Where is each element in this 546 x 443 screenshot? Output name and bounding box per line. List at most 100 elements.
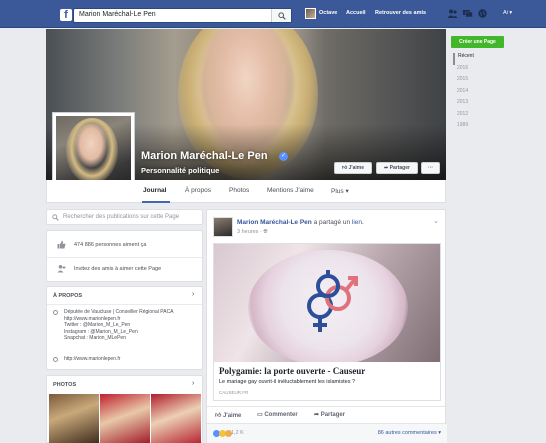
page-search-input[interactable]: Rechercher des publications sur cette Pa…: [63, 214, 179, 220]
profile-face: [74, 124, 108, 168]
post-action-text: a partagé un: [311, 219, 352, 226]
active-tab-indicator: [142, 201, 170, 203]
photo-thumbnail[interactable]: [151, 394, 201, 443]
page-category: Personnalité politique: [141, 166, 220, 175]
photos-header[interactable]: PHOTOS: [53, 382, 76, 388]
share-page-label: Partager: [389, 165, 410, 171]
year-link[interactable]: 2014: [453, 88, 474, 100]
top-navigation-bar: f Marion Maréchal-Le Pen Octave Accueil …: [0, 0, 546, 28]
post-action-period: .: [362, 219, 364, 226]
about-description: Députée de Vaucluse | Conseiller Régiona…: [64, 309, 174, 342]
search-input[interactable]: Marion Maréchal-Le Pen: [79, 11, 156, 18]
comment-button[interactable]: ▭ Commenter: [257, 411, 298, 418]
likes-card: 474 886 personnes aiment ça Invitez des …: [46, 230, 203, 282]
like-post-label: J'aime: [222, 413, 242, 419]
year-link[interactable]: 2012: [453, 111, 474, 123]
timeline-year-nav: Récent 2016 2015 2014 2013 2012 1989: [453, 53, 474, 134]
globe-privacy-icon: 🌐︎: [263, 229, 268, 235]
photo-thumbnail[interactable]: [49, 394, 99, 443]
info-icon: [53, 310, 58, 315]
create-page-button[interactable]: Créer une Page: [451, 36, 504, 48]
post-time-text: 3 heures: [237, 229, 259, 235]
tab-more[interactable]: Plus ▾: [331, 187, 349, 195]
comment-icon: ▭: [257, 412, 263, 418]
post-footer: 1,2 K 86 autres commentaires ▾: [207, 423, 447, 443]
shared-link-preview[interactable]: Polygamie: la porte ouverte - Causeur Le…: [213, 243, 441, 401]
post-timestamp[interactable]: 3 heures · 🌐︎: [237, 229, 268, 236]
thumbs-up-icon: 👍︎: [215, 413, 222, 419]
search-bar[interactable]: Marion Maréchal-Le Pen: [73, 8, 292, 23]
tab-journal[interactable]: Journal: [143, 187, 166, 194]
tab-about[interactable]: À propos: [185, 187, 211, 194]
chevron-down-icon[interactable]: ⌄: [433, 217, 439, 225]
share-page-button[interactable]: ➦ Partager: [376, 162, 418, 174]
view-more-comments-link[interactable]: 86 autres commentaires ▾: [378, 430, 441, 436]
page-title[interactable]: Marion Maréchal-Le Pen: [141, 150, 268, 162]
like-post-button[interactable]: 👍︎ J'aime: [215, 411, 241, 419]
reactions-icons[interactable]: [213, 430, 232, 439]
link-domain: causeur.fr: [219, 390, 249, 395]
website-link[interactable]: http://www.marionlepen.fr: [64, 356, 120, 363]
post-link-word[interactable]: lien: [352, 219, 362, 226]
post-author-link[interactable]: Marion Maréchal-Le Pen: [237, 219, 312, 226]
chevron-right-icon[interactable]: ›: [192, 380, 194, 387]
comments-link-label: 86 autres commentaires: [377, 430, 437, 436]
search-icon: [278, 12, 286, 20]
friend-requests-icon[interactable]: [447, 8, 458, 19]
search-button[interactable]: [271, 9, 291, 22]
globe-icon: [53, 357, 58, 362]
divider: [47, 257, 202, 258]
photos-card: PHOTOS ›: [46, 375, 203, 443]
account-menu-label: Ai: [503, 10, 508, 16]
year-link[interactable]: 1989: [453, 122, 474, 134]
tab-likes[interactable]: Mentions J'aime: [267, 187, 314, 194]
reactions-count[interactable]: 1,2 K: [231, 430, 244, 436]
messages-icon[interactable]: [462, 8, 473, 19]
globe-notifications-icon[interactable]: [477, 8, 488, 19]
like-page-button[interactable]: 👍︎ J'aime: [334, 162, 372, 174]
gender-symbols-illustration: [307, 270, 358, 332]
user-avatar[interactable]: [305, 8, 316, 19]
page-search[interactable]: Rechercher des publications sur cette Pa…: [46, 209, 203, 225]
post-header: Marion Maréchal-Le Pen a partagé un lien…: [237, 219, 364, 226]
tab-photos[interactable]: Photos: [229, 187, 249, 194]
user-name-link[interactable]: Octave: [319, 10, 337, 16]
about-card: À PROPOS › Députée de Vaucluse | Conseil…: [46, 286, 203, 370]
photo-thumbnail[interactable]: [100, 394, 150, 443]
like-page-label: J'aime: [348, 165, 364, 171]
year-link[interactable]: 2015: [453, 76, 474, 88]
divider: [47, 304, 202, 305]
find-friends-link[interactable]: Retrouver des amis: [375, 10, 426, 16]
likes-count-text: 474 886 personnes aiment ça: [74, 242, 147, 248]
year-link-recent[interactable]: Récent: [453, 53, 474, 65]
chevron-right-icon[interactable]: ›: [192, 291, 194, 298]
comment-label: Commenter: [264, 412, 298, 418]
year-link[interactable]: 2013: [453, 99, 474, 111]
account-menu[interactable]: Ai ▾: [503, 10, 512, 16]
invite-friends-link[interactable]: Invitez des amis à aimer cette Page: [74, 266, 161, 272]
page-tabs: Journal À propos Photos Mentions J'aime …: [46, 180, 446, 203]
link-title[interactable]: Polygamie: la porte ouverte - Causeur: [219, 366, 365, 376]
add-friend-icon: [57, 265, 66, 273]
post-action-bar: 👍︎ J'aime ▭ Commenter ➦ Partager: [207, 406, 447, 422]
about-header[interactable]: À PROPOS: [53, 293, 82, 299]
feed-post: Marion Maréchal-Le Pen a partagé un lien…: [206, 209, 447, 443]
link-preview-image[interactable]: [214, 244, 440, 362]
tab-more-label: Plus: [331, 188, 344, 195]
home-link[interactable]: Accueil: [346, 10, 366, 16]
share-arrow-icon: ➦: [384, 165, 389, 171]
share-post-button[interactable]: ➦ Partager: [314, 411, 345, 418]
link-description: Le mariage gay ouvrit-il inéluctablement…: [219, 379, 356, 385]
thumbs-up-icon: 👍︎: [342, 165, 348, 171]
about-line: Députée de Vaucluse | Conseiller Régiona…: [64, 309, 174, 315]
verified-badge-icon: ✓: [279, 152, 288, 161]
more-options-button[interactable]: ···: [421, 162, 440, 174]
share-post-label: Partager: [320, 412, 346, 418]
post-author-avatar[interactable]: [213, 217, 233, 237]
thumbs-up-icon: [57, 240, 66, 249]
facebook-logo-icon[interactable]: f: [60, 9, 72, 21]
share-arrow-icon: ➦: [314, 412, 320, 418]
search-icon: [52, 214, 59, 221]
about-line: Snapchat : Marion_MLePen: [64, 335, 126, 341]
year-link[interactable]: 2016: [453, 65, 474, 77]
